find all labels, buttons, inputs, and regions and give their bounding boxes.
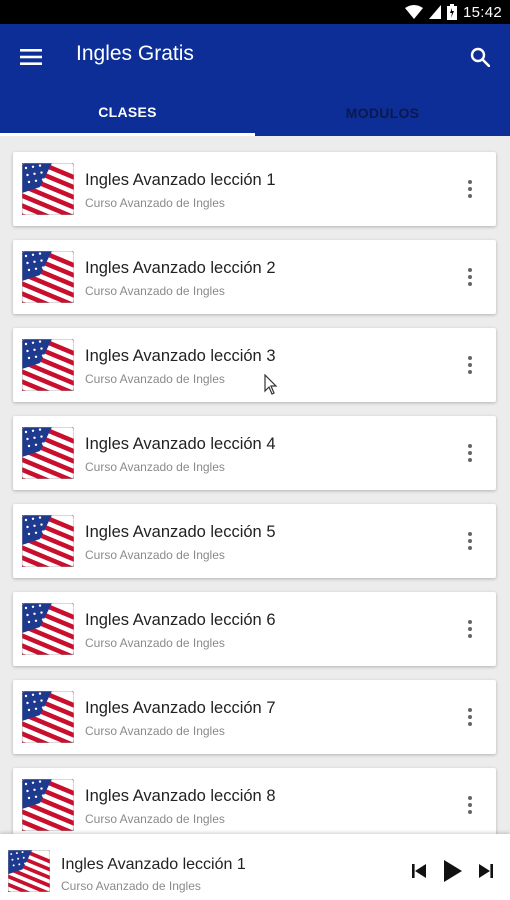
flag-thumbnail: [12, 325, 84, 420]
lesson-title: Ingles Avanzado lección 4: [85, 435, 276, 453]
flag-thumbnail: [12, 589, 84, 684]
player-title: Ingles Avanzado lección 1: [61, 856, 246, 873]
status-time: 15:42: [462, 3, 502, 21]
flag-thumbnail: [0, 838, 59, 900]
search-icon[interactable]: [462, 39, 498, 75]
signal-icon: [428, 5, 441, 19]
lesson-title: Ingles Avanzado lección 8: [85, 787, 276, 805]
app-bar: Ingles Gratis CLASES MODULOS: [0, 24, 510, 136]
menu-icon[interactable]: [14, 40, 48, 74]
lesson-subtitle: Curso Avanzado de Ingles: [85, 460, 225, 474]
more-vert-icon[interactable]: [458, 792, 482, 818]
lesson-subtitle: Curso Avanzado de Ingles: [85, 548, 225, 562]
flag-thumbnail: [12, 501, 84, 596]
lesson-subtitle: Curso Avanzado de Ingles: [85, 724, 225, 738]
lesson-card[interactable]: Ingles Avanzado lección 4 Curso Avanzado…: [12, 413, 496, 508]
more-vert-icon[interactable]: [458, 528, 482, 554]
play-icon[interactable]: [440, 858, 466, 884]
app-title: Ingles Gratis: [76, 42, 194, 65]
lesson-title: Ingles Avanzado lección 3: [85, 347, 276, 365]
flag-thumbnail: [12, 237, 84, 332]
lesson-title: Ingles Avanzado lección 6: [85, 611, 276, 629]
more-vert-icon[interactable]: [458, 704, 482, 730]
lesson-subtitle: Curso Avanzado de Ingles: [85, 284, 225, 298]
lesson-card[interactable]: Ingles Avanzado lección 5 Curso Avanzado…: [12, 501, 496, 596]
player-subtitle: Curso Avanzado de Ingles: [61, 879, 201, 893]
lesson-subtitle: Curso Avanzado de Ingles: [85, 196, 225, 210]
more-vert-icon[interactable]: [458, 176, 482, 202]
lesson-card[interactable]: Ingles Avanzado lección 8 Curso Avanzado…: [12, 765, 496, 834]
skip-next-icon[interactable]: [476, 858, 496, 884]
lesson-card[interactable]: Ingles Avanzado lección 6 Curso Avanzado…: [12, 589, 496, 684]
mini-player[interactable]: Ingles Avanzado lección 1 Curso Avanzado…: [0, 834, 510, 900]
lesson-subtitle: Curso Avanzado de Ingles: [85, 636, 225, 650]
lesson-card[interactable]: Ingles Avanzado lección 2 Curso Avanzado…: [12, 237, 496, 332]
lesson-title: Ingles Avanzado lección 2: [85, 259, 276, 277]
tab-clases[interactable]: CLASES: [0, 90, 255, 136]
mouse-cursor-icon: [264, 373, 278, 396]
lesson-subtitle: Curso Avanzado de Ingles: [85, 812, 225, 826]
tab-modulos[interactable]: MODULOS: [255, 90, 510, 136]
status-bar: 15:42: [0, 0, 510, 24]
flag-thumbnail: [12, 677, 84, 772]
wifi-icon: [404, 5, 423, 19]
more-vert-icon[interactable]: [458, 616, 482, 642]
skip-previous-icon[interactable]: [409, 858, 429, 884]
more-vert-icon[interactable]: [458, 352, 482, 378]
lesson-card[interactable]: Ingles Avanzado lección 3 Curso Avanzado…: [12, 325, 496, 420]
lesson-card[interactable]: Ingles Avanzado lección 7 Curso Avanzado…: [12, 677, 496, 772]
flag-thumbnail: [12, 149, 84, 244]
battery-icon: [446, 4, 457, 20]
lesson-list[interactable]: Ingles Avanzado lección 1 Curso Avanzado…: [0, 136, 510, 834]
lesson-title: Ingles Avanzado lección 7: [85, 699, 276, 717]
lesson-title: Ingles Avanzado lección 5: [85, 523, 276, 541]
tab-bar: CLASES MODULOS: [0, 90, 510, 136]
lesson-subtitle: Curso Avanzado de Ingles: [85, 372, 225, 386]
more-vert-icon[interactable]: [458, 440, 482, 466]
flag-thumbnail: [12, 413, 84, 508]
flag-thumbnail: [12, 765, 84, 834]
more-vert-icon[interactable]: [458, 264, 482, 290]
lesson-title: Ingles Avanzado lección 1: [85, 171, 276, 189]
lesson-card[interactable]: Ingles Avanzado lección 1 Curso Avanzado…: [12, 149, 496, 244]
